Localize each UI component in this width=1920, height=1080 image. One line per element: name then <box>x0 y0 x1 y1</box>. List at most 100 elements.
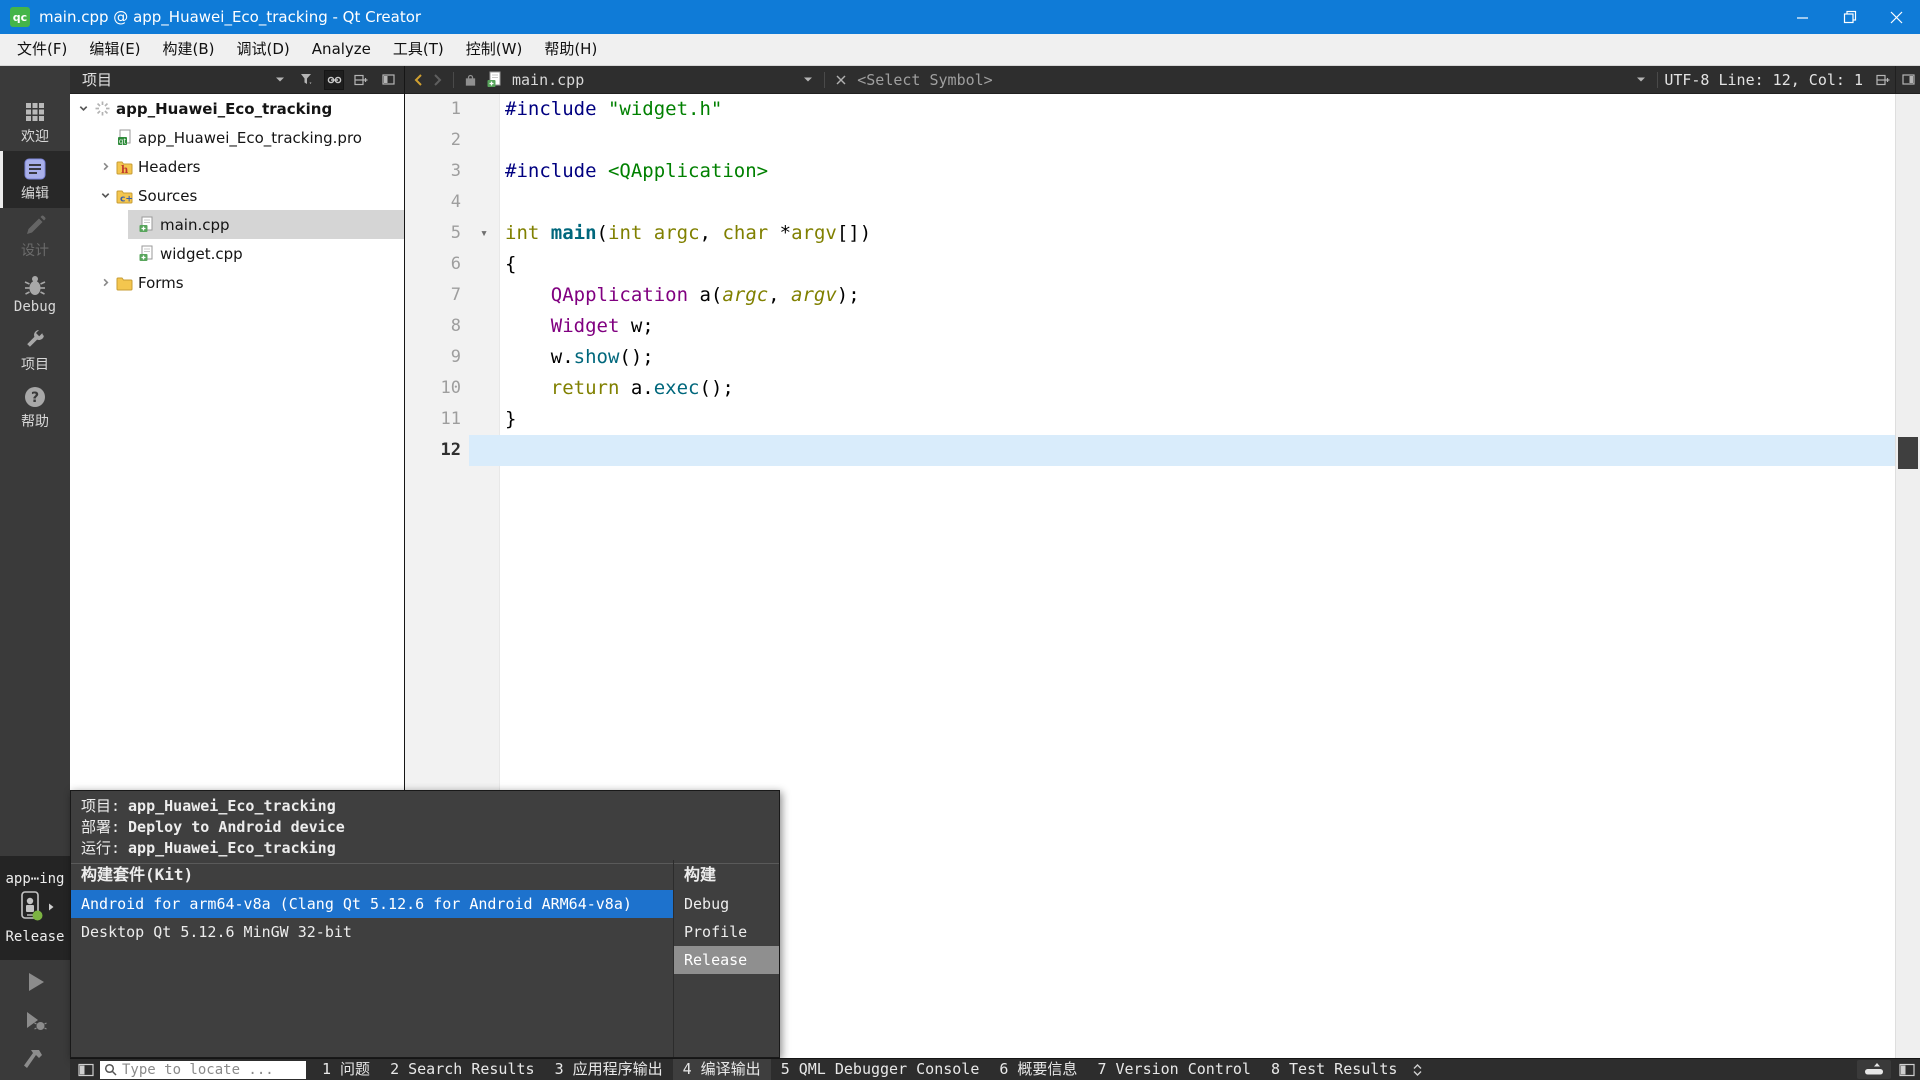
menu-item[interactable]: 构建(B) <box>152 34 226 65</box>
output-pane-button[interactable]: 5 QML Debugger Console <box>771 1059 990 1080</box>
tree-row-app_Huawei_Eco_tracking.pro[interactable]: qt app_Huawei_Eco_tracking.pro <box>70 123 404 152</box>
kit-target-selector-button[interactable]: app⋯ing Release <box>0 856 70 960</box>
kit-popup-info-row: 运行: app_Huawei_Eco_tracking <box>81 838 769 859</box>
code-text: { <box>505 253 517 275</box>
project-panel-header: 项目 <box>70 66 404 94</box>
sync-with-editor-icon[interactable] <box>324 69 344 90</box>
mode-编辑[interactable]: 编辑 <box>0 151 70 208</box>
tab-dropdown-icon[interactable] <box>798 76 818 83</box>
fold-marker-icon[interactable]: ▾ <box>471 218 497 249</box>
edit-document-icon <box>23 157 47 181</box>
symbol-selector[interactable]: <Select Symbol> <box>857 71 992 89</box>
menu-item[interactable]: 文件(F) <box>6 34 78 65</box>
code-line-6[interactable]: 6{ <box>405 249 1896 280</box>
expander-right-icon[interactable] <box>96 277 114 288</box>
tree-row-Forms[interactable]: Forms <box>70 268 404 297</box>
line-number: 11 <box>440 409 461 429</box>
toggle-right-sidebar-icon[interactable] <box>1899 1063 1915 1077</box>
close-button[interactable] <box>1873 0 1920 34</box>
pane-dropdown-icon[interactable] <box>270 70 290 90</box>
kit-option[interactable]: Desktop Qt 5.12.6 MinGW 32-bit <box>71 918 673 946</box>
build-config-option[interactable]: Profile <box>674 918 779 946</box>
output-pane-button[interactable]: 4 编译输出 <box>672 1059 771 1080</box>
tree-row-app_Huawei_Eco_tracking[interactable]: app_Huawei_Eco_tracking <box>70 94 404 123</box>
forward-icon[interactable] <box>428 73 447 86</box>
welcome-grid-icon <box>23 100 47 124</box>
line-number: 10 <box>440 378 461 398</box>
code-line-11[interactable]: 11} <box>405 404 1896 435</box>
output-pane-button[interactable]: 3 应用程序输出 <box>545 1059 673 1080</box>
expander-down-icon[interactable] <box>74 103 92 114</box>
split-pane-icon[interactable] <box>351 70 371 90</box>
code-line-8[interactable]: 8 Widget w; <box>405 311 1896 342</box>
tree-row-main.cpp[interactable]: main.cpp <box>70 210 404 239</box>
output-pane-button[interactable]: 8 Test Results <box>1261 1059 1407 1080</box>
code-line-4[interactable]: 4 <box>405 187 1896 218</box>
minimize-button[interactable] <box>1779 0 1826 34</box>
cpp-file-icon <box>136 216 156 233</box>
scrollbar-thumb[interactable] <box>1898 437 1918 469</box>
code-line-9[interactable]: 9 w.show(); <box>405 342 1896 373</box>
menu-item[interactable]: 帮助(H) <box>533 34 608 65</box>
code-line-12[interactable]: 12 <box>405 435 1896 466</box>
kit-option[interactable]: Android for arm64-v8a (Clang Qt 5.12.6 f… <box>71 890 673 918</box>
svg-text:qt: qt <box>118 138 125 146</box>
project-panel-title: 项目 <box>82 71 113 89</box>
close-split-icon[interactable] <box>1895 66 1920 93</box>
output-pane-button[interactable]: 1 问题 <box>312 1059 380 1080</box>
back-icon[interactable] <box>409 73 428 86</box>
encoding-line-col-status[interactable]: UTF-8 Line: 12, Col: 1 <box>1664 71 1863 89</box>
tree-row-Sources[interactable]: c+ Sources <box>70 181 404 210</box>
menu-item[interactable]: 调试(D) <box>226 34 301 65</box>
code-line-1[interactable]: 1 #include "widget.h" <box>405 94 1896 125</box>
code-line-3[interactable]: 3 #include <QApplication> <box>405 156 1896 187</box>
search-icon <box>104 1063 117 1076</box>
build-button[interactable] <box>0 1040 70 1079</box>
build-config-option[interactable]: Debug <box>674 890 779 918</box>
mode-label: 欢迎 <box>21 128 49 145</box>
code-line-10[interactable]: 10 return a.exec(); <box>405 373 1896 404</box>
android-device-icon <box>15 890 45 926</box>
project-spinner-icon <box>92 100 112 117</box>
code-line-2[interactable]: 2 <box>405 125 1896 156</box>
run-button[interactable] <box>0 962 70 1001</box>
cpp-file-icon <box>136 245 156 262</box>
svg-text:c+: c+ <box>120 194 133 204</box>
line-number: 5 <box>450 223 461 243</box>
code-line-5[interactable]: 5 ▾ int main(int argc, char *argv[]) <box>405 218 1896 249</box>
editor-tab-filename[interactable]: main.cpp <box>512 71 584 89</box>
mode-欢迎[interactable]: 欢迎 <box>0 94 70 151</box>
menu-item[interactable]: 控制(W) <box>455 34 534 65</box>
mode-项目[interactable]: 项目 <box>0 322 70 379</box>
locator-input[interactable] <box>120 1060 302 1079</box>
filter-funnel-icon[interactable] <box>297 70 317 90</box>
encoding-dropdown-icon[interactable] <box>1631 76 1651 83</box>
menu-item[interactable]: 编辑(E) <box>78 34 151 65</box>
expander-right-icon[interactable] <box>96 161 114 172</box>
mode-帮助[interactable]: ? 帮助 <box>0 379 70 436</box>
editor-scrollbar[interactable] <box>1895 94 1920 1058</box>
locator-search-box[interactable] <box>100 1060 306 1079</box>
mode-Debug[interactable]: Debug <box>0 265 70 322</box>
expander-down-icon[interactable] <box>96 190 114 201</box>
output-pane-button[interactable]: 6 概要信息 <box>989 1059 1087 1080</box>
output-pane-button[interactable]: 7 Version Control <box>1087 1059 1261 1080</box>
pro-file-icon: qt <box>114 129 134 146</box>
build-progress-button[interactable] <box>1857 1060 1891 1079</box>
output-pane-button[interactable]: 2 Search Results <box>380 1059 545 1080</box>
restore-button[interactable] <box>1826 0 1873 34</box>
output-pane-arrows-icon[interactable] <box>1407 1063 1428 1077</box>
menu-item[interactable]: Analyze <box>301 34 382 65</box>
menu-item[interactable]: 工具(T) <box>382 34 455 65</box>
build-config-option[interactable]: Release <box>674 946 779 974</box>
tree-row-widget.cpp[interactable]: widget.cpp <box>70 239 404 268</box>
expand-arrow-icon <box>47 900 55 916</box>
toggle-left-sidebar-icon[interactable] <box>78 1063 94 1077</box>
debug-run-button[interactable] <box>0 1001 70 1040</box>
code-line-7[interactable]: 7 QApplication a(argc, argv); <box>405 280 1896 311</box>
status-bar: 1 问题2 Search Results3 应用程序输出4 编译输出5 QML … <box>70 1058 1920 1080</box>
tree-row-Headers[interactable]: h Headers <box>70 152 404 181</box>
close-pane-icon[interactable] <box>378 70 398 90</box>
close-document-icon[interactable] <box>831 75 851 85</box>
split-editor-icon[interactable] <box>1871 74 1895 86</box>
